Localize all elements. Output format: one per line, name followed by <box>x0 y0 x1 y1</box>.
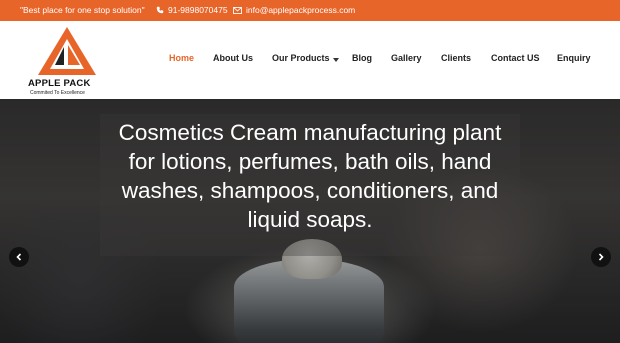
envelope-icon <box>233 6 242 14</box>
chevron-down-icon[interactable] <box>333 58 339 62</box>
headline-line-4: liquid soaps. <box>247 207 373 232</box>
headline-line-2: for lotions, perfumes, bath oils, hand <box>128 149 492 174</box>
brand-logo[interactable]: APPLE PACK Commited To Excellence <box>28 25 108 97</box>
nav-contact-us[interactable]: Contact US <box>491 53 540 63</box>
chevron-left-icon <box>16 253 22 261</box>
brand-name: APPLE PACK <box>28 78 91 89</box>
phone-icon <box>156 6 164 14</box>
chevron-right-icon <box>598 253 604 261</box>
nav-clients[interactable]: Clients <box>441 53 471 63</box>
brand-tagline: Commited To Excellence <box>30 90 85 96</box>
nav-about-us[interactable]: About Us <box>213 53 253 63</box>
headline-line-1: Cosmetics Cream manufacturing plant <box>118 120 502 145</box>
email-address[interactable]: info@applepackprocess.com <box>246 5 355 15</box>
apple-pack-logo-icon <box>38 27 96 75</box>
nav-gallery[interactable]: Gallery <box>391 53 422 63</box>
slider-prev-button[interactable] <box>9 247 29 267</box>
top-info-bar: "Best place for one stop solution" 91-98… <box>0 0 620 21</box>
topbar-email[interactable]: info@applepackprocess.com <box>233 5 355 15</box>
hero-slider: Cosmetics Cream manufacturing plant for … <box>0 99 620 343</box>
topbar-phone[interactable]: 91-9898070475 <box>156 5 228 15</box>
phone-number[interactable]: 91-9898070475 <box>168 5 228 15</box>
topbar-tagline: "Best place for one stop solution" <box>20 5 145 15</box>
nav-our-products[interactable]: Our Products <box>272 53 330 63</box>
hero-headline: Cosmetics Cream manufacturing plant for … <box>0 118 620 234</box>
nav-blog[interactable]: Blog <box>352 53 372 63</box>
headline-line-3: washes, shampoos, conditioners, and <box>121 178 499 203</box>
site-header: APPLE PACK Commited To Excellence Home A… <box>0 21 620 99</box>
nav-enquiry[interactable]: Enquiry <box>557 53 591 63</box>
slider-next-button[interactable] <box>591 247 611 267</box>
nav-home[interactable]: Home <box>169 53 194 63</box>
